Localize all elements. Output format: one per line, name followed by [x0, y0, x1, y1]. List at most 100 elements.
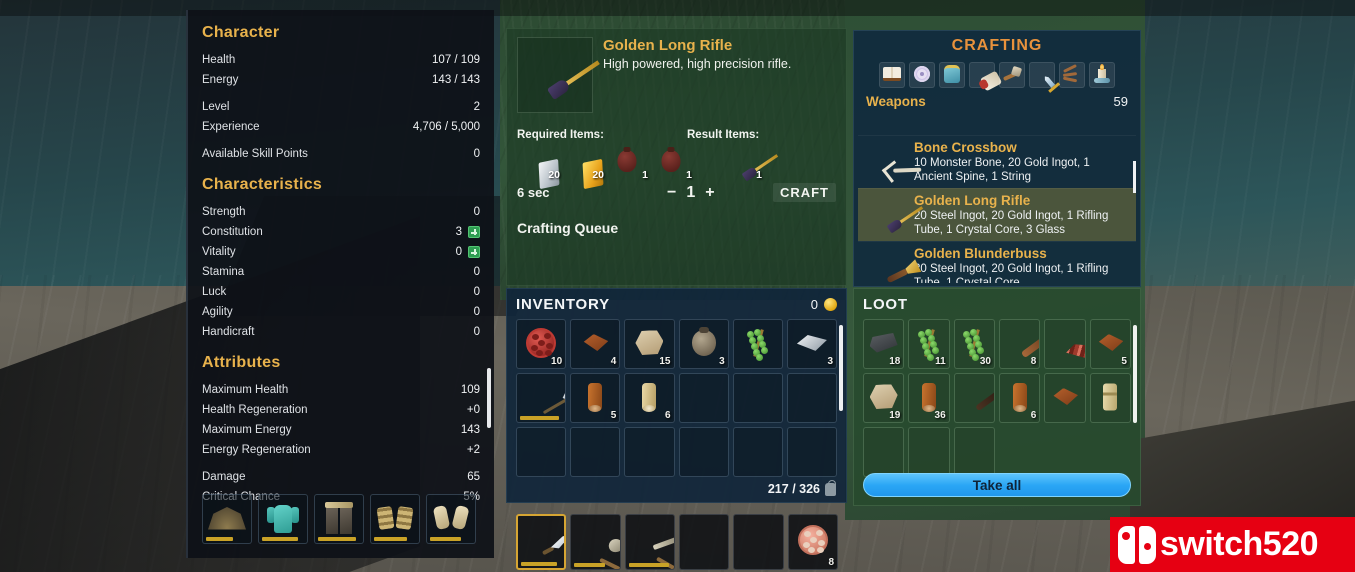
- loot-slot-3[interactable]: 30: [953, 319, 995, 369]
- required-items-label: Required Items:: [517, 129, 604, 141]
- stat-label: Handicraft: [202, 326, 255, 338]
- inventory-slot-1[interactable]: 10: [516, 319, 567, 369]
- required-item[interactable]: 20: [561, 143, 605, 190]
- inventory-slot-17[interactable]: [732, 427, 783, 477]
- quantity-decrease-button[interactable]: −: [667, 184, 676, 202]
- skill-points-row: Available Skill Points 0: [202, 144, 480, 164]
- quantity-increase-button[interactable]: +: [705, 184, 714, 202]
- inventory-slot-4[interactable]: 3: [678, 319, 729, 369]
- hotbar-slot-5[interactable]: [733, 514, 784, 570]
- crafting-queue-title: Crafting Queue: [517, 220, 619, 236]
- watermark-text: switch520: [1160, 525, 1319, 563]
- loot-slot-7[interactable]: 19: [863, 373, 905, 423]
- characteristics-list: Strength 0 Constitution 3 Vitality 0 Stamina 0 L…: [202, 202, 480, 342]
- inventory-scrollbar[interactable]: [839, 325, 843, 411]
- loot-slot-15[interactable]: [953, 427, 995, 477]
- item-count: 8: [1030, 356, 1037, 367]
- stat-row: Health 107 / 109: [202, 50, 480, 70]
- increase-vitality-button[interactable]: [468, 246, 480, 258]
- required-item-count: 1: [642, 169, 648, 181]
- loot-slot-8[interactable]: 36: [908, 373, 950, 423]
- loot-slot-6[interactable]: 5: [1089, 319, 1131, 369]
- category-ammo[interactable]: [1059, 62, 1085, 88]
- inventory-slot-18[interactable]: [786, 427, 837, 477]
- inventory-slot-12[interactable]: [786, 373, 837, 423]
- inventory-slot-7[interactable]: [516, 373, 567, 423]
- recipe-row[interactable]: Bone Crossbow 10 Monster Bone, 20 Gold In…: [858, 135, 1136, 188]
- recipe-row[interactable]: Golden Long Rifle 20 Steel Ingot, 20 Gold…: [858, 188, 1136, 241]
- durability-bar: [628, 563, 670, 567]
- hotbar-slot-1[interactable]: [516, 514, 567, 570]
- loot-slot-11[interactable]: [1044, 373, 1086, 423]
- inventory-slot-9[interactable]: 6: [624, 373, 675, 423]
- inventory-slot-11[interactable]: [732, 373, 783, 423]
- recipe-name: Golden Long Rifle: [914, 193, 1031, 208]
- stat-row: Strength 0: [202, 202, 480, 222]
- equipment-slot-chest[interactable]: [258, 494, 308, 544]
- inventory-slot-13[interactable]: [516, 427, 567, 477]
- required-item[interactable]: 1: [605, 143, 649, 181]
- inventory-slot-3[interactable]: 15: [624, 319, 675, 369]
- stat-label: Constitution: [202, 226, 263, 238]
- hotbar-slot-6[interactable]: 8: [787, 514, 838, 570]
- durability-bar: [430, 537, 461, 541]
- inventory-slot-15[interactable]: [624, 427, 675, 477]
- category-armor[interactable]: [939, 62, 965, 88]
- increase-constitution-button[interactable]: [468, 226, 480, 238]
- inventory-slot-2[interactable]: 4: [570, 319, 621, 369]
- category-knowledge[interactable]: [879, 62, 905, 88]
- inventory-slot-14[interactable]: [570, 427, 621, 477]
- loot-slot-13[interactable]: [863, 427, 905, 477]
- hotbar-slot-2[interactable]: [570, 514, 621, 570]
- required-item[interactable]: 20: [517, 143, 561, 190]
- category-furniture[interactable]: [1089, 62, 1115, 88]
- recipe-list-scrollbar[interactable]: [1133, 161, 1136, 193]
- result-item[interactable]: 1: [719, 143, 779, 182]
- weight-icon: [825, 479, 836, 496]
- stat-label: Health Regeneration: [202, 404, 308, 416]
- inventory-slot-5[interactable]: [732, 319, 783, 369]
- joycon-right-icon: [1139, 525, 1156, 564]
- loot-slot-1[interactable]: 18: [863, 319, 905, 369]
- required-item[interactable]: 1: [649, 143, 693, 181]
- equipment-slot-head[interactable]: [202, 494, 252, 544]
- recipe-row[interactable]: Golden Blunderbuss 20 Steel Ingot, 20 Gol…: [858, 241, 1136, 283]
- durability-bar: [318, 537, 356, 541]
- inventory-slot-10[interactable]: [678, 373, 729, 423]
- attributes-title: Attributes: [202, 354, 281, 371]
- loot-slot-14[interactable]: [908, 427, 950, 477]
- inventory-slot-16[interactable]: [678, 427, 729, 477]
- loot-panel: LOOT 18 11 30 8 5 19 36 6 Take all: [853, 288, 1141, 506]
- equipment-slot-legs[interactable]: [314, 494, 364, 544]
- inventory-slot-6[interactable]: 3: [786, 319, 837, 369]
- recipe-count: 59: [1113, 94, 1128, 109]
- category-components[interactable]: [909, 62, 935, 88]
- character-panel-scrollbar[interactable]: [487, 368, 491, 428]
- hotbar-slot-3[interactable]: [624, 514, 676, 570]
- loot-slot-2[interactable]: 11: [908, 319, 950, 369]
- item-count: 6: [1030, 410, 1037, 421]
- durability-bar: [521, 562, 557, 566]
- stat-value: 65: [467, 471, 480, 483]
- characteristics-title: Characteristics: [202, 176, 323, 193]
- equipment-slot-hands[interactable]: [426, 494, 476, 544]
- loot-slot-9[interactable]: [953, 373, 995, 423]
- take-all-button[interactable]: Take all: [863, 473, 1131, 497]
- category-consumables[interactable]: [969, 62, 1003, 92]
- craft-button[interactable]: CRAFT: [772, 183, 836, 202]
- loot-slot-4[interactable]: 8: [998, 319, 1041, 369]
- equipment-slot-feet[interactable]: [370, 494, 420, 544]
- character-panel-title: Character: [202, 24, 280, 41]
- category-tools[interactable]: [999, 62, 1025, 88]
- stat-label: Health: [202, 54, 236, 66]
- stat-label: Energy: [202, 74, 239, 86]
- recipe-name: Golden Blunderbuss: [914, 246, 1047, 261]
- category-weapons[interactable]: [1029, 62, 1055, 88]
- hotbar-slot-4[interactable]: [679, 514, 730, 570]
- loot-slot-5[interactable]: [1044, 319, 1086, 369]
- inventory-slot-8[interactable]: 5: [570, 373, 621, 423]
- loot-scrollbar[interactable]: [1133, 325, 1137, 423]
- loot-slot-12[interactable]: [1089, 373, 1131, 423]
- loot-slot-10[interactable]: 6: [998, 373, 1041, 423]
- required-item-count: 1: [686, 169, 692, 181]
